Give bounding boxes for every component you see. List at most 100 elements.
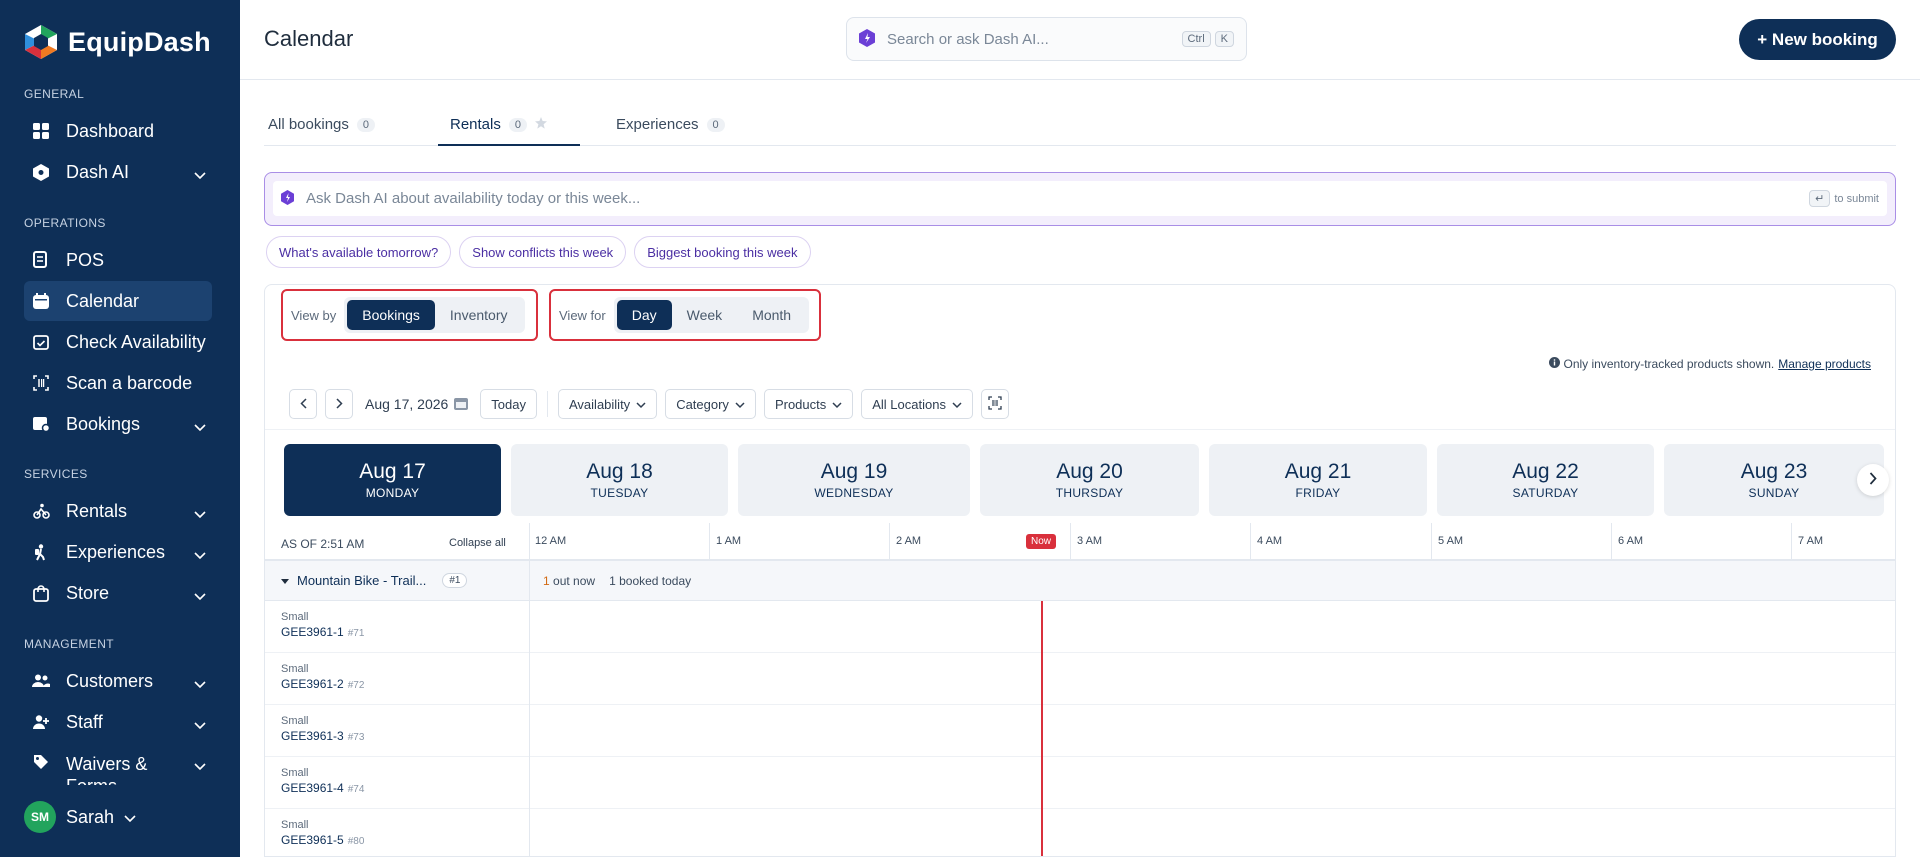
sidebar-item-label: Dash AI [66, 161, 130, 182]
app-logo[interactable]: EquipDash [24, 24, 211, 60]
calendar-check-icon [32, 333, 50, 351]
sidebar-item-store[interactable]: Store [24, 573, 212, 613]
day-card[interactable]: Aug 18 TUESDAY [511, 444, 728, 516]
day-weekday: THURSDAY [1055, 486, 1124, 500]
chevron-down-icon [952, 397, 962, 412]
item-code: GEE3961-1 [281, 625, 344, 639]
item-number: #80 [347, 836, 365, 847]
item-id[interactable]: GEE3961-1 #71 [281, 625, 364, 639]
tab-rentals[interactable]: Rentals 0 [450, 116, 547, 133]
today-button[interactable]: Today [480, 389, 537, 419]
sidebar-item-bookings[interactable]: Bookings [24, 404, 212, 444]
table-row[interactable]: Small GEE3961-2 #72 [265, 653, 1895, 705]
inventory-notice-text: Only inventory-tracked products shown. [1563, 357, 1775, 371]
sidebar-item-calendar[interactable]: Calendar [24, 281, 212, 321]
sidebar-item-check-availability[interactable]: Check Availability [24, 322, 212, 362]
new-booking-button[interactable]: + New booking [1739, 19, 1896, 60]
bike-icon [32, 502, 50, 520]
suggestion-chip[interactable]: Show conflicts this week [459, 236, 627, 268]
manage-products-link[interactable]: Manage products [1778, 357, 1871, 371]
view-for-week[interactable]: Week [672, 300, 738, 330]
filter-label: Category [676, 396, 729, 412]
suggestion-chip[interactable]: Biggest booking this week [634, 236, 811, 268]
sidebar-item-scan-barcode[interactable]: Scan a barcode [24, 363, 212, 403]
item-id[interactable]: GEE3961-4 #74 [281, 781, 364, 795]
sidebar-item-experiences[interactable]: Experiences [24, 532, 212, 572]
locations-filter[interactable]: All Locations [861, 389, 973, 419]
item-id[interactable]: GEE3961-2 #72 [281, 677, 364, 691]
collapse-all-button[interactable]: Collapse all [449, 537, 506, 549]
filter-label: Products [774, 396, 827, 412]
tab-experiences[interactable]: Experiences 0 [616, 116, 725, 133]
tab-label: Experiences [616, 116, 699, 133]
out-now-label: out now [553, 574, 596, 588]
day-card[interactable]: Aug 22 SATURDAY [1437, 444, 1654, 516]
item-size: Small [281, 819, 309, 831]
item-number: #72 [347, 680, 365, 691]
day-card[interactable]: Aug 20 THURSDAY [980, 444, 1199, 516]
day-card[interactable]: Aug 21 FRIDAY [1209, 444, 1427, 516]
caret-down-icon [281, 573, 289, 588]
dash-ai-hex-icon [281, 189, 294, 208]
view-by-bookings[interactable]: Bookings [347, 300, 435, 330]
tab-count: 0 [356, 117, 376, 132]
table-row[interactable]: Small GEE3961-3 #73 [265, 705, 1895, 757]
day-card[interactable]: Aug 19 WEDNESDAY [738, 444, 970, 516]
chevron-down-icon [832, 397, 842, 412]
sidebar-item-waivers[interactable]: Waivers & Forms [24, 743, 212, 785]
day-date: Aug 18 [586, 460, 653, 483]
hour-divider [889, 523, 890, 561]
view-for-day[interactable]: Day [616, 300, 672, 330]
day-card[interactable]: Aug 17 MONDAY [284, 444, 501, 516]
view-by-group: View by Bookings Inventory [281, 289, 538, 341]
sidebar-item-staff[interactable]: Staff [24, 702, 212, 742]
prev-date-button[interactable] [289, 389, 317, 419]
day-date: Aug 23 [1740, 460, 1808, 483]
dash-ai-input[interactable]: Ask Dash AI about availability today or … [273, 181, 1887, 216]
availability-filter[interactable]: Availability [558, 389, 658, 419]
booked-today-count: 1 [609, 574, 616, 588]
product-group-row[interactable]: Mountain Bike - Trail... #1 1 out now 1 … [265, 561, 1895, 601]
sidebar-item-dash-ai[interactable]: Dash AI [24, 152, 212, 192]
sidebar-item-label: Store [66, 582, 110, 603]
item-id[interactable]: GEE3961-3 #73 [281, 729, 364, 743]
calendar-panel: View by Bookings Inventory View for Day … [264, 284, 1896, 857]
category-filter[interactable]: Category [665, 389, 756, 419]
search-input[interactable]: Search or ask Dash AI... Ctrl K [846, 17, 1247, 61]
day-weekday: SUNDAY [1748, 486, 1800, 500]
hour-divider [1431, 523, 1432, 561]
view-for-month[interactable]: Month [737, 300, 806, 330]
tab-all-bookings[interactable]: All bookings 0 [268, 116, 376, 133]
scan-filter-button[interactable] [980, 389, 1009, 419]
group-count-badge: #1 [442, 573, 468, 588]
chevron-down-icon [735, 397, 745, 412]
user-menu[interactable]: SM Sarah [24, 801, 136, 833]
date-picker[interactable]: Aug 17, 2026 [365, 396, 469, 413]
sidebar-item-label: Staff [66, 711, 103, 732]
sidebar-item-rentals[interactable]: Rentals [24, 491, 212, 531]
view-by-inventory[interactable]: Inventory [435, 300, 523, 330]
inventory-notice: Only inventory-tracked products shown. M… [1548, 357, 1871, 371]
day-card[interactable]: Aug 23 SUNDAY [1664, 444, 1884, 516]
shortcut-k: K [1214, 31, 1234, 47]
view-by-toggle: Bookings Inventory [344, 297, 526, 333]
table-row[interactable]: Small GEE3961-1 #71 [265, 601, 1895, 653]
users-icon [32, 672, 50, 690]
day-strip: Aug 17 MONDAY Aug 18 TUESDAY Aug 19 WEDN… [265, 429, 1895, 523]
product-group-name[interactable]: Mountain Bike - Trail... #1 [281, 573, 468, 588]
suggestion-chip[interactable]: What's available tomorrow? [266, 236, 452, 268]
divider [547, 391, 548, 417]
view-for-toggle: Day Week Month [613, 297, 810, 333]
star-icon[interactable] [534, 116, 547, 133]
sidebar-item-customers[interactable]: Customers [24, 661, 212, 701]
table-row[interactable]: Small GEE3961-4 #74 [265, 757, 1895, 809]
table-row[interactable]: Small GEE3961-5 #80 [265, 809, 1895, 856]
sidebar-item-dashboard[interactable]: Dashboard [24, 111, 212, 151]
next-days-button[interactable] [1857, 464, 1889, 496]
sidebar-item-pos[interactable]: POS [24, 240, 212, 280]
products-filter[interactable]: Products [763, 389, 854, 419]
now-badge: Now [1026, 534, 1057, 549]
next-date-button[interactable] [325, 389, 353, 419]
chevron-down-icon [194, 544, 206, 565]
item-id[interactable]: GEE3961-5 #80 [281, 833, 364, 847]
